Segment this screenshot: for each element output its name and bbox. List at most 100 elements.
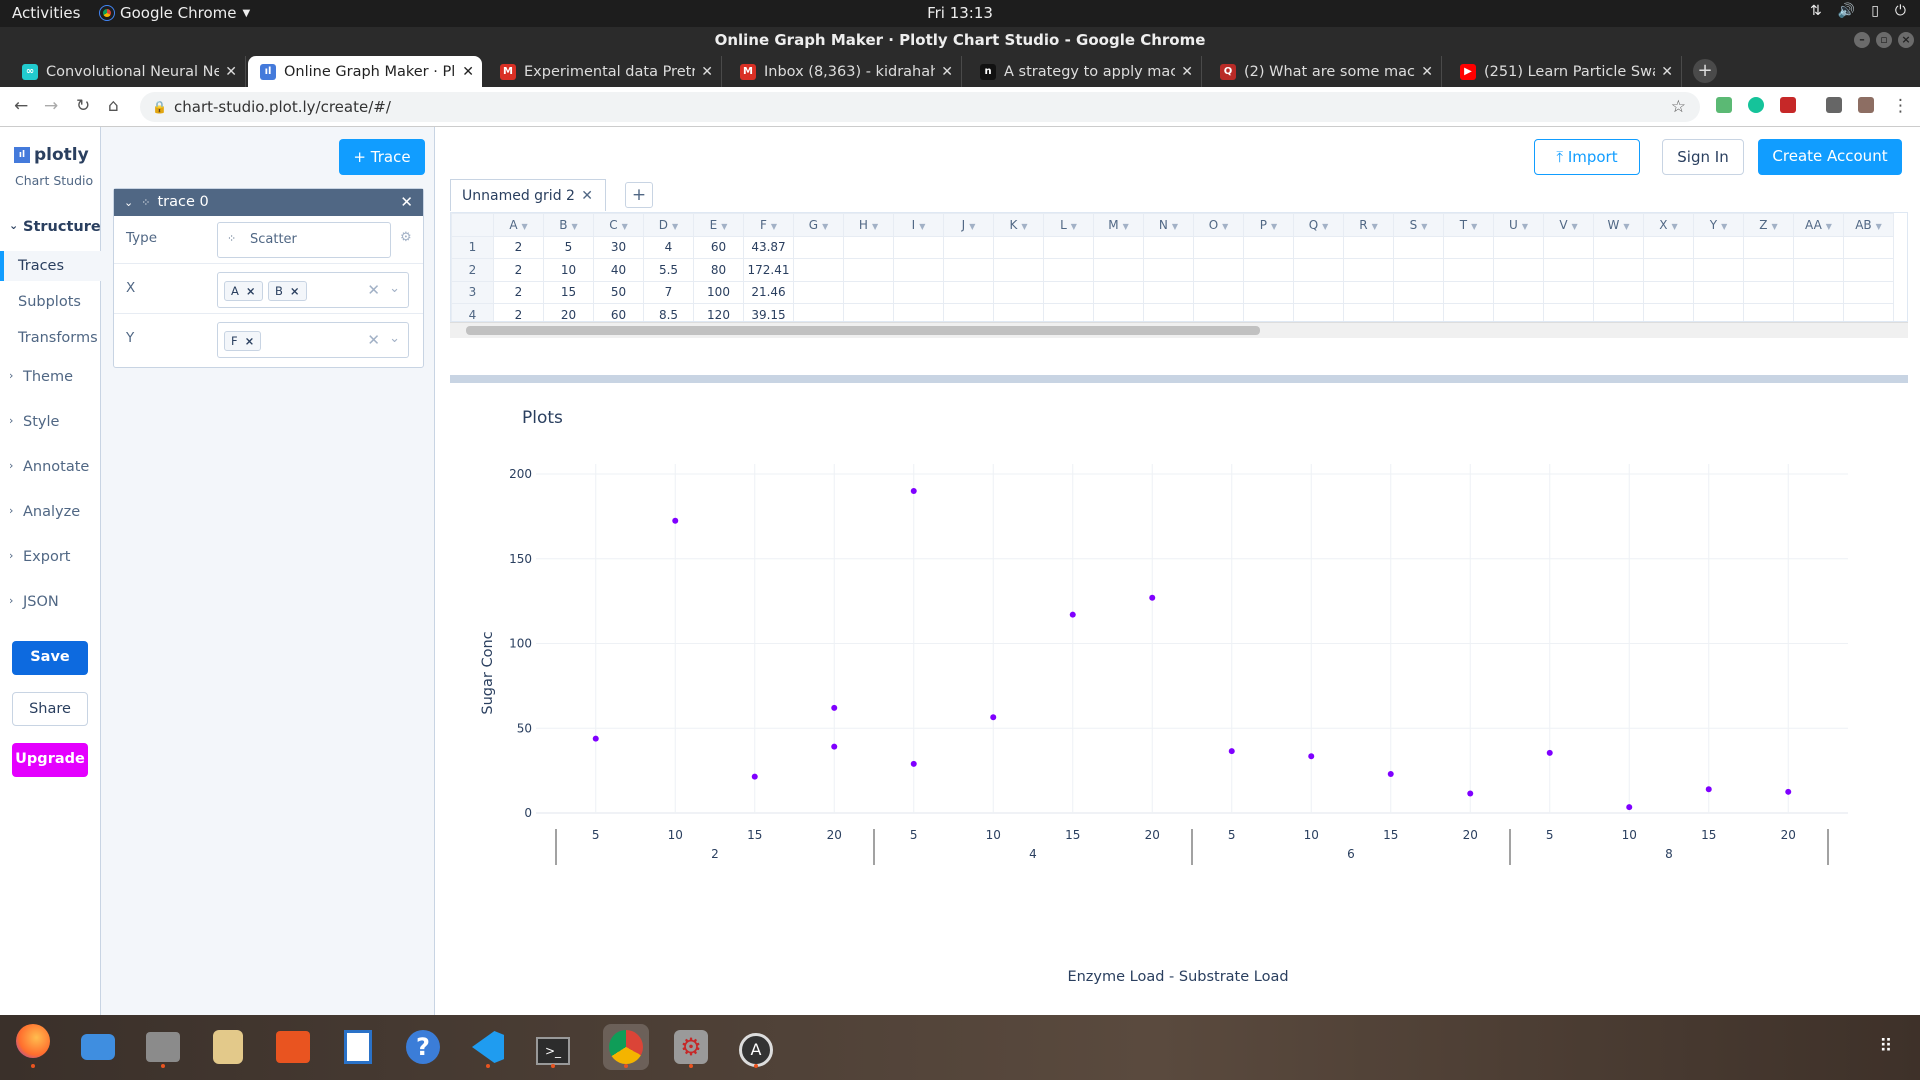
column-header[interactable]: K ▼ [993, 213, 1044, 237]
firefox-icon[interactable] [10, 1024, 56, 1070]
grid-cell[interactable]: 2 [493, 258, 544, 282]
menu-kebab-icon[interactable]: ⋮ [1892, 96, 1909, 116]
column-header[interactable]: H ▼ [843, 213, 894, 237]
grid-cell[interactable] [993, 303, 1044, 321]
grid-cell[interactable] [1493, 235, 1544, 259]
horizontal-scrollbar[interactable] [450, 322, 1908, 338]
column-menu-icon[interactable]: ▼ [672, 222, 678, 231]
grid-cell[interactable]: 8.5 [643, 303, 694, 321]
close-tab-icon[interactable]: ✕ [1421, 64, 1433, 80]
column-menu-icon[interactable]: ▼ [721, 222, 727, 231]
column-header[interactable]: X ▼ [1643, 213, 1694, 237]
grid-cell[interactable] [1193, 258, 1244, 282]
app-menu[interactable]: Google Chrome ▼ [99, 4, 250, 22]
chevron-down-icon[interactable]: ⌄ [389, 281, 400, 296]
column-header[interactable]: C ▼ [593, 213, 644, 237]
column-header[interactable]: W ▼ [1593, 213, 1644, 237]
grid-cell[interactable] [1643, 258, 1694, 282]
row-number[interactable]: 3 [451, 280, 494, 304]
grid-cell[interactable] [1243, 280, 1294, 304]
column-menu-icon[interactable]: ▼ [1123, 222, 1129, 231]
scatter-point[interactable] [592, 735, 599, 742]
home-icon[interactable]: ⌂ [108, 96, 119, 116]
grid-cell[interactable]: 21.46 [743, 280, 794, 304]
browser-tab[interactable]: n A strategy to apply machi ✕ [968, 56, 1202, 87]
grid-cell[interactable] [1743, 235, 1794, 259]
grid-cell[interactable] [943, 258, 994, 282]
column-menu-icon[interactable]: ▼ [1623, 222, 1629, 231]
grid-cell[interactable] [893, 280, 944, 304]
add-trace-button[interactable]: + Trace [339, 139, 425, 175]
browser-tab-active[interactable]: ıl Online Graph Maker · Plot ✕ [248, 56, 482, 87]
column-menu-icon[interactable]: ▼ [1172, 222, 1178, 231]
grid-cell[interactable]: 120 [693, 303, 744, 321]
close-grid-icon[interactable]: ✕ [581, 180, 593, 212]
grid-cell[interactable] [1793, 258, 1844, 282]
grid-cell[interactable] [1643, 235, 1694, 259]
column-chip[interactable]: A × [224, 281, 263, 301]
column-header[interactable]: T ▼ [1443, 213, 1494, 237]
new-tab-button[interactable]: + [1693, 59, 1717, 83]
grid-cell[interactable] [1043, 303, 1094, 321]
grid-cell[interactable] [893, 258, 944, 282]
column-menu-icon[interactable]: ▼ [1222, 222, 1228, 231]
column-menu-icon[interactable]: ▼ [1572, 222, 1578, 231]
scatter-point[interactable] [1785, 788, 1792, 795]
forward-icon[interactable]: → [44, 96, 58, 116]
y-column-select[interactable]: F × ✕ ⌄ [217, 322, 409, 358]
close-tab-icon[interactable]: ✕ [462, 64, 474, 80]
grid-cell[interactable] [1343, 258, 1394, 282]
column-menu-icon[interactable]: ▼ [1271, 222, 1277, 231]
column-header[interactable]: AA ▼ [1793, 213, 1844, 237]
close-tab-icon[interactable]: ✕ [1181, 64, 1193, 80]
grid-cell[interactable] [1293, 235, 1344, 259]
close-tab-icon[interactable]: ✕ [1661, 64, 1673, 80]
grid-cell[interactable] [1293, 303, 1344, 321]
column-menu-icon[interactable]: ▼ [1372, 222, 1378, 231]
updater-icon[interactable]: A [733, 1024, 779, 1070]
help-icon[interactable]: ? [400, 1024, 446, 1070]
grid-cell[interactable] [893, 303, 944, 321]
grid-cell[interactable] [1843, 258, 1894, 282]
system-tray[interactable]: ⇅ 🔊 ▯ ⏻ [1810, 3, 1906, 19]
app-grid-icon[interactable]: ⠿ [1864, 1024, 1910, 1070]
files-icon[interactable] [140, 1024, 186, 1070]
column-header[interactable]: P ▼ [1243, 213, 1294, 237]
scatter-point[interactable] [672, 517, 679, 524]
column-menu-icon[interactable]: ▼ [1772, 222, 1778, 231]
create-account-button[interactable]: Create Account [1758, 139, 1902, 175]
save-button[interactable]: Save [12, 641, 88, 675]
column-menu-icon[interactable]: ▼ [572, 222, 578, 231]
grid-cell[interactable] [943, 303, 994, 321]
remove-chip-icon[interactable]: × [246, 284, 256, 298]
grid-cell[interactable] [1043, 258, 1094, 282]
grid-cell[interactable] [1843, 235, 1894, 259]
grid-cell[interactable] [1393, 280, 1444, 304]
grid-cell[interactable] [1543, 303, 1594, 321]
grid-cell[interactable] [1793, 303, 1844, 321]
grid-cell[interactable] [1443, 258, 1494, 282]
grid-cell[interactable] [1643, 303, 1694, 321]
column-header[interactable]: Q ▼ [1293, 213, 1344, 237]
grid-cell[interactable] [1343, 280, 1394, 304]
scatter-point[interactable] [910, 760, 917, 767]
pdf-extension-icon[interactable] [1780, 97, 1796, 113]
pane-splitter[interactable] [450, 375, 1908, 383]
grid-cell[interactable] [1643, 280, 1694, 304]
grid-cell[interactable] [793, 235, 844, 259]
grid-cell[interactable]: 15 [543, 280, 594, 304]
column-header[interactable]: V ▼ [1543, 213, 1594, 237]
scatter-point[interactable] [831, 704, 838, 711]
column-menu-icon[interactable]: ▼ [919, 222, 925, 231]
terminal-icon[interactable]: >_ [530, 1024, 576, 1070]
grid-cell[interactable] [1593, 235, 1644, 259]
scatter-point[interactable] [1387, 771, 1394, 778]
maximize-button[interactable]: ▫ [1876, 32, 1892, 48]
column-header[interactable]: F ▼ [743, 213, 794, 237]
column-menu-icon[interactable]: ▼ [1471, 222, 1477, 231]
grid-cell[interactable] [1393, 303, 1444, 321]
grid-cell[interactable]: 5.5 [643, 258, 694, 282]
grid-cell[interactable] [1243, 258, 1294, 282]
grid-cell[interactable] [1093, 303, 1144, 321]
grid-cell[interactable] [1593, 258, 1644, 282]
